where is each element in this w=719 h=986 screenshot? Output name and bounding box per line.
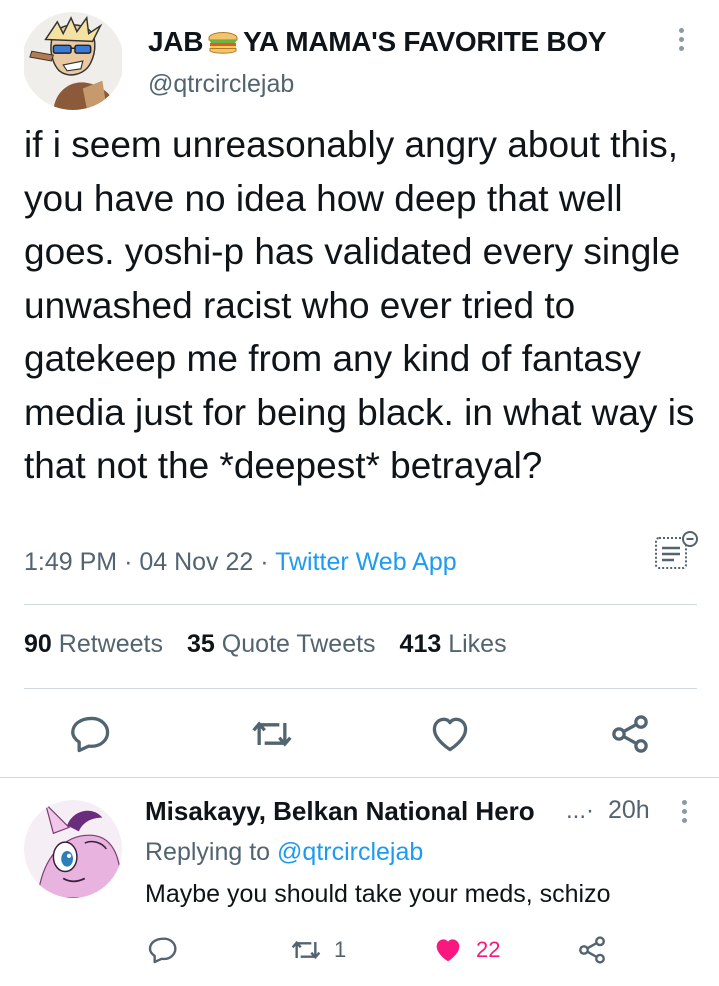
- reply-like-button[interactable]: 22: [432, 933, 500, 967]
- tweet-text: if i seem unreasonably angry about this,…: [24, 124, 695, 486]
- reply-author-avatar[interactable]: [24, 800, 122, 898]
- liked-heart-icon: [436, 939, 460, 962]
- author-name-part1: JAB: [148, 26, 204, 57]
- more-vertical-icon[interactable]: [679, 800, 689, 823]
- like-icon: [432, 717, 468, 752]
- divider: [0, 777, 719, 778]
- quote-tweets-stat[interactable]: 35 Quote Tweets: [187, 630, 376, 659]
- author-handle[interactable]: @qtrcirclejab: [148, 70, 294, 99]
- like-button[interactable]: [428, 712, 472, 756]
- retweet-icon: [252, 721, 292, 747]
- sandwich-icon: [208, 32, 238, 54]
- divider: [24, 688, 697, 689]
- reply-retweet-button[interactable]: 1: [290, 933, 346, 967]
- meta-separator: ·: [124, 548, 133, 576]
- author-avatar[interactable]: [22, 12, 124, 110]
- reply-icon: [148, 937, 177, 964]
- reply-name-ellipsis: ...·: [566, 797, 595, 824]
- more-vertical-icon[interactable]: [676, 28, 686, 51]
- reply-retweet-count: 1: [334, 937, 347, 962]
- tweet-meta: 1:49 PM · 04 Nov 22 · Twitter Web App: [24, 548, 457, 577]
- reply-share-button[interactable]: [576, 933, 608, 967]
- share-button[interactable]: [608, 712, 652, 756]
- author-display-name[interactable]: JAB YA MAMA'S FAVORITE BOY: [148, 26, 606, 58]
- tweet-date[interactable]: 04 Nov 22: [139, 548, 253, 576]
- tweet-source[interactable]: Twitter Web App: [275, 548, 457, 576]
- author-avatar-image: [24, 12, 122, 110]
- divider: [24, 604, 697, 605]
- reply-icon: [71, 716, 110, 753]
- share-icon: [612, 715, 648, 753]
- retweets-stat[interactable]: 90 Retweets: [24, 630, 163, 659]
- reply-author-name[interactable]: Misakayy, Belkan National Hero: [145, 796, 535, 827]
- reply-time[interactable]: 20h: [608, 796, 650, 825]
- reply-reply-button[interactable]: [148, 933, 180, 967]
- replying-to-prefix: Replying to: [145, 838, 271, 866]
- tweet-time[interactable]: 1:49 PM: [24, 548, 117, 576]
- likes-stat[interactable]: 413 Likes: [400, 630, 507, 659]
- retweet-button[interactable]: [250, 712, 294, 756]
- tweet-stats: 90 Retweets 35 Quote Tweets 413 Likes: [24, 630, 507, 659]
- reply-button[interactable]: [70, 712, 114, 756]
- reply-avatar-image: [24, 800, 122, 898]
- replying-to-mention[interactable]: @qtrcirclejab: [277, 838, 423, 866]
- author-name-part2: YA MAMA'S FAVORITE BOY: [243, 26, 607, 57]
- retweet-icon: [291, 940, 321, 960]
- replying-to: Replying to @qtrcirclejab: [145, 838, 423, 867]
- share-icon: [579, 936, 605, 964]
- reply-like-count: 22: [476, 937, 501, 962]
- reply-text: Maybe you should take your meds, schizo: [145, 880, 611, 908]
- meta-separator: ·: [260, 548, 269, 576]
- analytics-icon[interactable]: [652, 530, 700, 574]
